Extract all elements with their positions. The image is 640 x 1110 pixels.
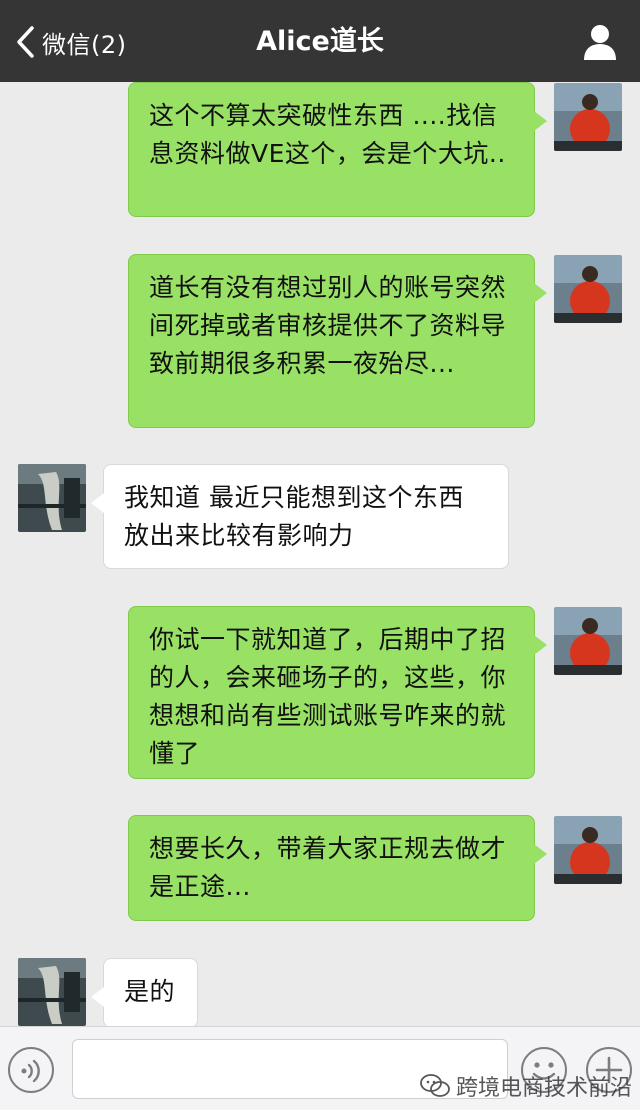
chat-title: Alice道长 xyxy=(256,26,384,57)
chat-header: 微信(2) Alice道长 xyxy=(0,0,640,82)
message-bubble-outgoing[interactable]: 道长有没有想过别人的账号突然间死掉或者审核提供不了资料导致前期很多积累一夜殆尽.… xyxy=(128,254,547,428)
message-bubble-incoming[interactable]: 我知道 最近只能想到这个东西放出来比较有影响力 xyxy=(91,464,509,569)
contact-avatar[interactable] xyxy=(18,958,86,1026)
person-icon xyxy=(584,25,616,60)
message-bubble-outgoing[interactable]: 想要长久，带着大家正规去做才是正途... xyxy=(128,815,547,921)
my-avatar[interactable] xyxy=(554,83,622,151)
message-list[interactable]: 这个不算太突破性东西 ....找信息资料做VE这个，会是个大坑.. 道长有没有想… xyxy=(0,82,640,1026)
message-bubble-outgoing[interactable]: 你试一下就知道了，后期中了招的人，会来砸场子的，这些，你想想和尚有些测试账号咋来… xyxy=(128,606,547,779)
my-avatar[interactable] xyxy=(554,607,622,675)
voice-button[interactable] xyxy=(8,1047,54,1093)
message-bubble-outgoing[interactable]: 这个不算太突破性东西 ....找信息资料做VE这个，会是个大坑.. xyxy=(128,82,547,217)
wechat-logo-icon xyxy=(420,1074,450,1097)
my-avatar[interactable] xyxy=(554,816,622,884)
watermark-text: 跨境电商技术前沿 xyxy=(456,1076,633,1101)
my-avatar[interactable] xyxy=(554,255,622,323)
message-bubble-incoming[interactable]: 是的 xyxy=(91,958,198,1026)
watermark: 跨境电商技术前沿 xyxy=(420,1068,632,1104)
voice-icon xyxy=(21,1059,40,1083)
contact-avatar[interactable] xyxy=(18,464,86,532)
profile-button[interactable] xyxy=(582,22,618,62)
